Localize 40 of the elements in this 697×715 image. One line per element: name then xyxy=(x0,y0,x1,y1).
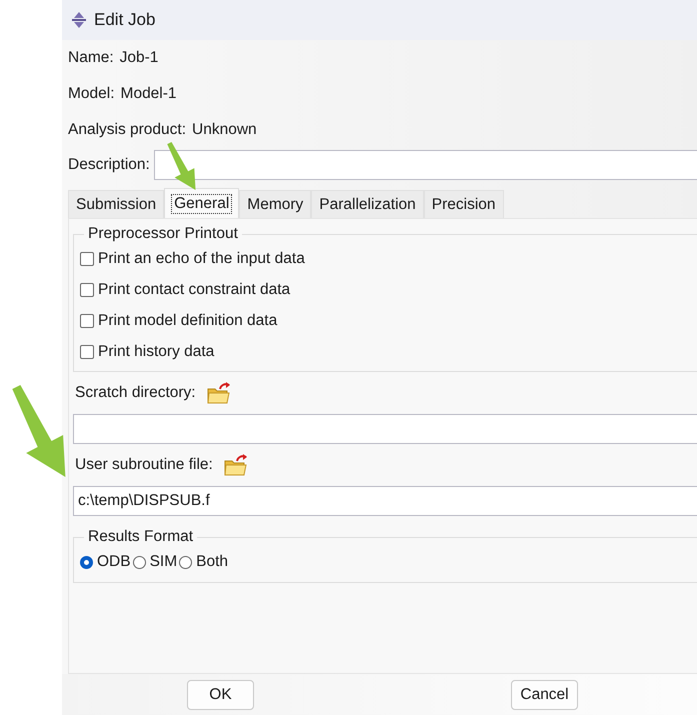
checkbox[interactable] xyxy=(80,282,94,296)
checkbox[interactable] xyxy=(80,252,94,266)
checkbox[interactable] xyxy=(80,344,94,358)
window-title: Edit Job xyxy=(94,10,156,30)
ok-button[interactable]: OK xyxy=(187,680,254,710)
checkbox[interactable] xyxy=(80,314,94,328)
field-label: Name: xyxy=(68,49,114,67)
tab[interactable]: Precision xyxy=(424,190,504,218)
radio-label: ODB xyxy=(97,553,131,571)
group-title: Results Format xyxy=(87,528,194,546)
field-value: Model-1 xyxy=(120,85,177,103)
radio-button[interactable] xyxy=(132,556,146,568)
field-value: Unknown xyxy=(192,121,257,139)
radio-label: Both xyxy=(196,553,228,571)
tab[interactable]: Memory xyxy=(239,190,312,218)
cancel-button[interactable]: Cancel xyxy=(511,680,578,710)
group-title: Preprocessor Printout xyxy=(87,225,239,243)
field-label: Analysis product: xyxy=(68,121,186,139)
directory-field[interactable] xyxy=(73,414,697,444)
checkbox-label: Print contact constraint data xyxy=(98,280,290,298)
folder-icon[interactable] xyxy=(206,381,232,405)
field-label: Scratch directory: xyxy=(75,384,196,402)
field-label: User subroutine file: xyxy=(75,456,213,474)
app-icon xyxy=(70,11,88,29)
pointer-arrow xyxy=(166,142,198,190)
radio-label: SIM xyxy=(150,553,178,571)
field-label: Model: xyxy=(68,85,115,103)
field-value: Job-1 xyxy=(120,49,158,67)
checkbox-label: Print history data xyxy=(98,342,214,360)
checkbox-label: Print model definition data xyxy=(98,312,278,330)
description-field[interactable] xyxy=(154,150,697,180)
file-path-field[interactable]: c:\temp\DISPSUB.f xyxy=(73,486,697,516)
radio-button[interactable] xyxy=(179,556,192,568)
radio-button[interactable] xyxy=(80,556,93,568)
field-label: Description: xyxy=(68,156,150,174)
folder-icon[interactable] xyxy=(222,453,249,477)
tab[interactable]: Parallelization xyxy=(311,190,424,218)
tab[interactable]: Submission xyxy=(68,190,164,218)
checkbox-label: Print an echo of the input data xyxy=(98,250,305,268)
tab[interactable]: General xyxy=(164,188,240,218)
